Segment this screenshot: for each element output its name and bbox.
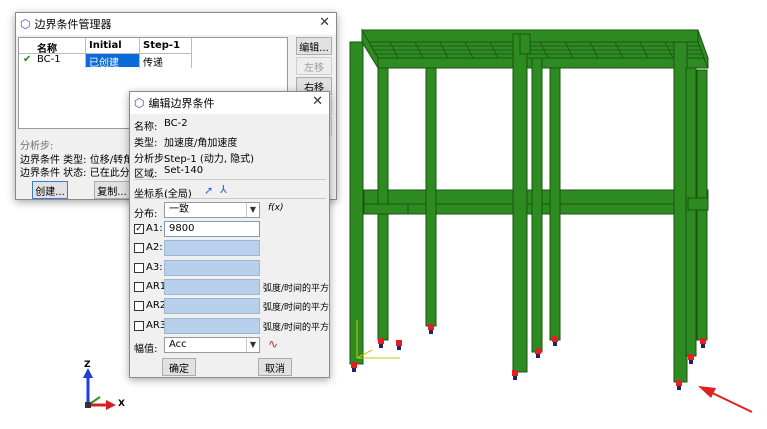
distribution-select[interactable]: 一致 ▼ <box>164 202 260 218</box>
edit-button[interactable]: 编辑... <box>296 37 332 55</box>
triad-z-label: Z <box>84 360 91 370</box>
a3-checkbox[interactable] <box>134 263 144 273</box>
edit-bc-title: 编辑边界条件 <box>148 97 215 110</box>
ar2-unit: 弧度/时间的平方 <box>263 303 330 313</box>
ok-button[interactable]: 确定 <box>162 358 196 376</box>
triad-x-label: X <box>118 399 125 409</box>
edit-bc-titlebar[interactable]: ⬡ 编辑边界条件 ✕ <box>130 92 329 114</box>
step-label: 分析步: <box>134 154 168 165</box>
annotation-arrow-to-support <box>698 386 753 413</box>
type-value: 加速度/角加速度 <box>164 138 238 149</box>
amplitude-curve-icon[interactable]: ∿ <box>268 337 278 351</box>
ar3-checkbox[interactable] <box>134 321 144 331</box>
col-header-step1[interactable]: Step-1 <box>143 40 180 51</box>
move-left-button[interactable]: 左移 <box>296 57 332 75</box>
ar2-input[interactable] <box>164 298 260 314</box>
row-step1-cell[interactable]: 传递 <box>143 54 163 69</box>
a3-input[interactable] <box>164 260 260 276</box>
a1-label: A1: <box>146 223 163 234</box>
name-value: BC-2 <box>164 118 188 129</box>
ar2-checkbox[interactable] <box>134 301 144 311</box>
create-button[interactable]: 创建... <box>32 181 68 199</box>
a1-input[interactable]: 9800 <box>164 221 260 237</box>
type-label: 类型: <box>134 138 158 149</box>
ar3-input[interactable] <box>164 318 260 334</box>
roof-slab-grid <box>365 41 709 59</box>
table-row[interactable]: ✔ BC-1 已创建 传递 <box>19 54 191 69</box>
copy-button[interactable]: 复制... <box>94 181 130 199</box>
support-markers <box>351 324 706 390</box>
distribution-value: 一致 <box>169 204 189 215</box>
global-triad-icon <box>83 368 116 410</box>
col-header-initial[interactable]: Initial <box>89 40 122 51</box>
a2-input[interactable] <box>164 240 260 256</box>
csys-triad-icon[interactable]: ⅄ <box>220 183 227 196</box>
ar1-input[interactable] <box>164 279 260 295</box>
fx-button[interactable]: f(x) <box>268 203 284 213</box>
a3-label: A3: <box>146 262 163 273</box>
close-icon[interactable]: ✕ <box>312 94 323 109</box>
close-icon[interactable]: ✕ <box>319 15 330 30</box>
a2-checkbox[interactable] <box>134 243 144 253</box>
ar3-unit: 弧度/时间的平方 <box>263 323 330 333</box>
name-label: 名称: <box>134 122 158 133</box>
select-pointer-icon[interactable]: ➚ <box>204 184 213 197</box>
region-label: 区域: <box>134 169 158 180</box>
amplitude-label: 幅值: <box>134 344 158 355</box>
edit-bc-dialog: ⬡ 编辑边界条件 ✕ 名称: BC-2 类型: 加速度/角加速度 分析步: St… <box>129 91 330 378</box>
amplitude-value: Acc <box>169 339 187 350</box>
divider <box>134 198 326 199</box>
region-value: Set-140 <box>164 165 204 176</box>
chevron-down-icon: ▼ <box>246 338 259 352</box>
bc-manager-title: 边界条件管理器 <box>34 18 112 31</box>
chevron-down-icon: ▼ <box>246 203 259 217</box>
step-label: 分析步: <box>20 141 54 152</box>
divider <box>134 179 326 180</box>
frame-members <box>349 28 709 383</box>
a2-label: A2: <box>146 242 163 253</box>
ar1-checkbox[interactable] <box>134 282 144 292</box>
abaqus-logo-icon: ⬡ <box>20 17 31 31</box>
row-name: BC-1 <box>37 54 61 65</box>
step-value: Step-1 (动力, 隐式) <box>164 154 255 165</box>
row-check-icon: ✔ <box>23 54 32 65</box>
cancel-button[interactable]: 取消 <box>258 358 292 376</box>
bc-manager-titlebar[interactable]: ⬡ 边界条件管理器 ✕ <box>16 13 336 35</box>
distribution-label: 分布: <box>134 209 158 220</box>
ar1-unit: 弧度/时间的平方 <box>263 284 330 294</box>
abaqus-logo-icon: ⬡ <box>134 96 145 110</box>
row-initial-cell[interactable]: 已创建 <box>86 54 139 69</box>
a1-checkbox[interactable]: ✓ <box>134 224 144 234</box>
amplitude-select[interactable]: Acc ▼ <box>164 337 260 353</box>
